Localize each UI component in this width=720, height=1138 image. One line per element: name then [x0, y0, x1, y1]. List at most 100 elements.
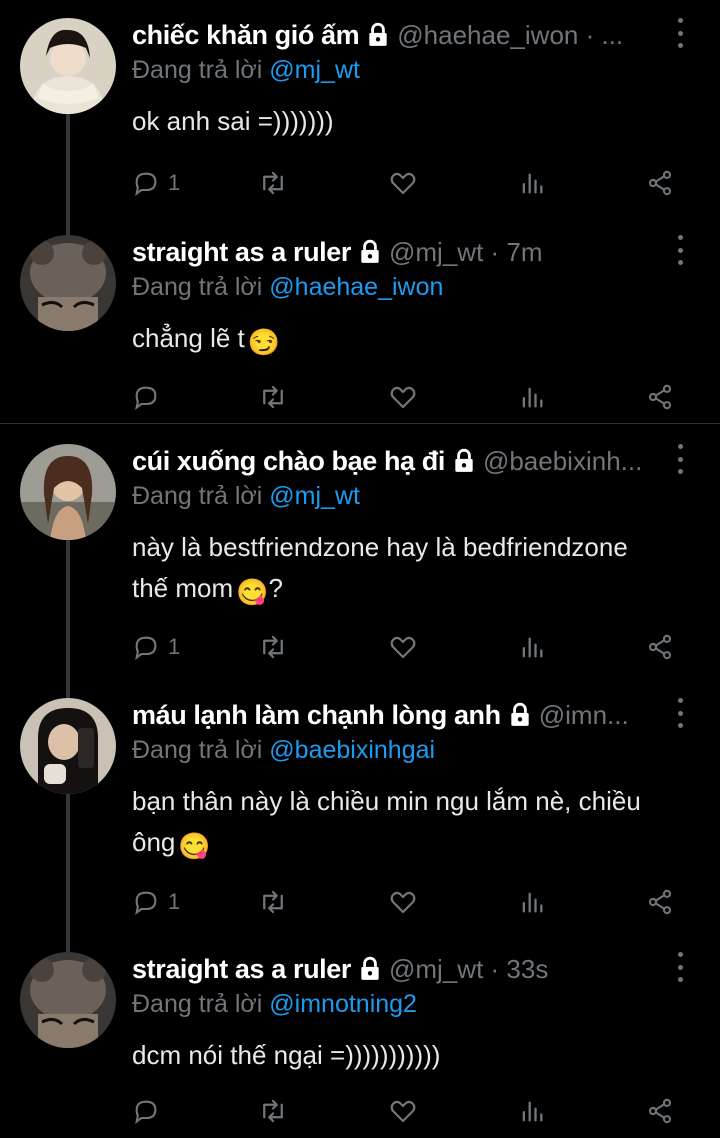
views-button[interactable] [518, 166, 546, 200]
like-button[interactable] [388, 630, 418, 664]
display-name[interactable]: máu lạnh làm chạnh lòng anh [132, 700, 501, 731]
handle-timestamp[interactable]: @mj_wt · 33s [389, 954, 548, 985]
replying-to: Đang trả lời @mj_wt [132, 479, 720, 513]
views-icon [518, 633, 546, 661]
like-button[interactable] [388, 166, 418, 200]
retweet-button[interactable] [258, 1094, 288, 1128]
replying-to-label: Đang trả lời [132, 736, 270, 764]
share-icon [646, 888, 674, 916]
views-icon [518, 888, 546, 916]
replying-to-label: Đang trả lời [132, 273, 270, 301]
share-icon [646, 633, 674, 661]
share-button[interactable] [646, 380, 674, 414]
replying-to-label: Đang trả lời [132, 56, 270, 84]
like-icon [388, 1096, 418, 1126]
replying-to: Đang trả lời @mj_wt [132, 53, 720, 87]
retweet-button[interactable] [258, 380, 288, 414]
tweet-actions: 1 [0, 885, 720, 919]
lock-icon [451, 448, 477, 474]
views-button[interactable] [518, 1094, 546, 1128]
tweet-text: này là bestfriendzone hay là bedfriendzo… [132, 527, 720, 613]
tweet-text: ok anh sai =))))))) [132, 101, 720, 142]
views-icon [518, 169, 546, 197]
reply-count: 1 [168, 634, 181, 659]
share-button[interactable] [646, 630, 674, 664]
tweet-text-line: ông [132, 827, 176, 857]
reply-mention[interactable]: @haehae_iwon [269, 273, 443, 301]
like-icon [388, 887, 418, 917]
more-icon[interactable] [670, 16, 690, 50]
views-icon [518, 1097, 546, 1125]
views-button[interactable] [518, 885, 546, 919]
reply-icon [132, 888, 160, 916]
retweet-button[interactable] [258, 885, 288, 919]
views-button[interactable] [518, 630, 546, 664]
like-button[interactable] [388, 885, 418, 919]
reply-button[interactable]: 1 [132, 630, 180, 664]
replying-to-label: Đang trả lời [132, 482, 270, 510]
like-icon [388, 168, 418, 198]
reply-button[interactable]: 1 [132, 885, 180, 919]
reply-button[interactable]: 1 [132, 166, 180, 200]
reply-icon [132, 633, 160, 661]
display-name[interactable]: chiếc khăn gió ấm [132, 20, 360, 51]
tweet-text-line: này là bestfriendzone hay là bedfriendzo… [132, 532, 628, 562]
display-name[interactable]: cúi xuống chào bạe hạ đi [132, 446, 445, 477]
handle-timestamp[interactable]: @baebixinh... [483, 446, 642, 477]
reply-mention[interactable]: @mj_wt [269, 482, 360, 510]
reply-mention[interactable]: @mj_wt [269, 56, 360, 84]
reply-button[interactable] [132, 380, 168, 414]
retweet-icon [258, 887, 288, 917]
views-button[interactable] [518, 380, 546, 414]
retweet-button[interactable] [258, 630, 288, 664]
lock-icon [365, 22, 391, 48]
lock-icon [357, 956, 383, 982]
reply-mention[interactable]: @imnotning2 [269, 990, 417, 1018]
avatar[interactable] [20, 444, 116, 540]
handle-timestamp[interactable]: @haehae_iwon · ... [397, 20, 623, 51]
replying-to-label: Đang trả lời [132, 990, 270, 1018]
divider [0, 423, 720, 424]
avatar[interactable] [20, 235, 116, 331]
avatar[interactable] [20, 18, 116, 114]
more-icon[interactable] [670, 233, 690, 267]
reply-mention[interactable]: @baebixinhgai [269, 736, 435, 764]
retweet-icon [258, 1096, 288, 1126]
avatar[interactable] [20, 952, 116, 1048]
tweet-text-line: thế mom [132, 573, 234, 603]
display-name[interactable]: straight as a ruler [132, 237, 351, 268]
handle-timestamp[interactable]: @imn... [539, 700, 629, 731]
share-icon [646, 169, 674, 197]
display-name[interactable]: straight as a ruler [132, 954, 351, 985]
lock-icon [507, 702, 533, 728]
retweet-button[interactable] [258, 166, 288, 200]
share-icon [646, 1097, 674, 1125]
tweet-actions [0, 380, 720, 414]
share-button[interactable] [646, 1094, 674, 1128]
tweet-text: bạn thân này là chiều min ngu lắm nè, ch… [132, 781, 720, 867]
thread-line [66, 218, 70, 235]
share-button[interactable] [646, 885, 674, 919]
share-icon [646, 383, 674, 411]
reply-button[interactable] [132, 1094, 168, 1128]
like-icon [388, 382, 418, 412]
thread-line [66, 794, 70, 946]
tweet-actions [0, 1094, 720, 1128]
like-button[interactable] [388, 1094, 418, 1128]
reply-icon [132, 169, 160, 197]
avatar[interactable] [20, 698, 116, 794]
more-icon[interactable] [670, 950, 690, 984]
replying-to: Đang trả lời @imnotning2 [132, 987, 720, 1021]
tweet-actions: 1 [0, 166, 720, 200]
like-button[interactable] [388, 380, 418, 414]
tweet-text-suffix: ? [268, 573, 283, 603]
more-icon[interactable] [670, 696, 690, 730]
handle-timestamp[interactable]: @mj_wt · 7m [389, 237, 543, 268]
reply-count: 1 [168, 170, 181, 195]
tweet-actions: 1 [0, 630, 720, 664]
reply-icon [132, 1097, 160, 1125]
tweet-text: dcm nói thế ngại =))))))))))) [132, 1035, 720, 1076]
replying-to: Đang trả lời @haehae_iwon [132, 270, 720, 304]
share-button[interactable] [646, 166, 674, 200]
more-icon[interactable] [670, 442, 690, 476]
